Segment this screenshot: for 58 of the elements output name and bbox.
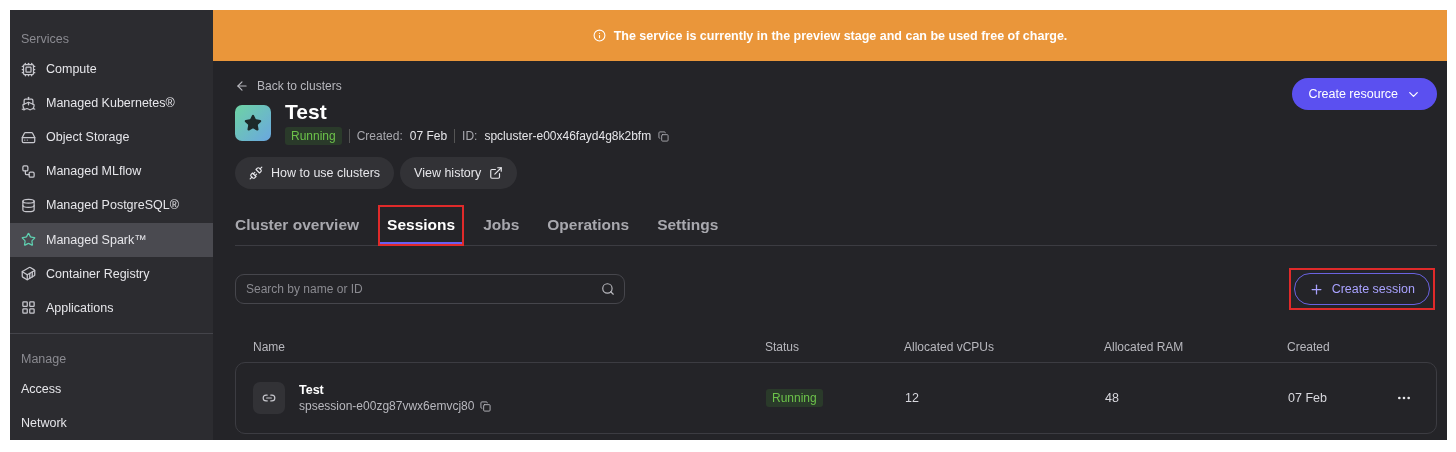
tab[interactable]: Sessions	[379, 206, 464, 245]
ship-icon	[21, 95, 36, 111]
sidebar-item[interactable]: Managed Kubernetes®	[10, 86, 213, 121]
arrow-left-icon	[235, 79, 249, 93]
info-icon	[592, 29, 606, 42]
column-header: Allocated vCPUs	[904, 340, 996, 354]
back-link[interactable]: Back to clusters	[235, 79, 342, 93]
banner-text: The service is currently in the preview stage and can be used free of charge.	[613, 28, 1068, 43]
search-icon	[601, 282, 615, 296]
chip-icon	[21, 61, 36, 77]
table-cell-text: 48	[1105, 391, 1120, 405]
column-header: Status	[765, 340, 801, 354]
drive-icon	[21, 129, 36, 145]
cluster-logo	[235, 104, 271, 141]
cluster-name: Test	[285, 100, 328, 124]
sidebar-item[interactable]: Applications	[10, 290, 213, 325]
tab[interactable]: Operations	[539, 206, 638, 245]
link-icon	[253, 382, 285, 414]
sidebar-item[interactable]: Managed PostgreSQL®	[10, 188, 213, 223]
copy-icon[interactable]	[480, 400, 492, 412]
workflow-icon	[21, 163, 36, 179]
session-name: Test	[299, 383, 325, 397]
tab[interactable]: Cluster overview	[235, 206, 368, 245]
table-cell-text: 07 Feb	[1288, 391, 1328, 405]
sidebar-item[interactable]: Object Storage	[10, 120, 213, 155]
guide-button[interactable]: How to use clusters	[235, 157, 395, 189]
created-label: Created:	[356, 129, 403, 143]
create-resource-button[interactable]: Create resource	[1292, 78, 1437, 110]
created-date: 07 Feb	[409, 129, 448, 143]
column-header: Name	[253, 340, 286, 354]
column-header: Created	[1287, 340, 1331, 354]
sidebar-item[interactable]: Compute	[10, 52, 213, 87]
tab[interactable]: Jobs	[475, 206, 528, 245]
grid-icon	[21, 300, 36, 316]
sidebar-item[interactable]: Container Registry	[10, 256, 213, 291]
star-icon	[21, 232, 36, 248]
sidebar-item[interactable]: Managed Spark™	[10, 222, 213, 257]
copy-icon[interactable]	[658, 130, 670, 142]
database-icon	[21, 198, 36, 213]
id-label: ID:	[462, 129, 478, 143]
external-link-icon	[489, 166, 504, 180]
box-icon	[21, 266, 36, 282]
cluster-id: spcluster-e00x46fayd4g8k2bfm	[484, 129, 652, 143]
column-header: Allocated RAM	[1104, 340, 1185, 354]
section-title: Services	[20, 31, 70, 48]
session-id: spsession-e00zg87vwx6emvcj80	[299, 399, 475, 413]
plus-icon	[1308, 281, 1324, 297]
sidebar-item[interactable]: Managed MLflow	[10, 154, 213, 189]
sidebar-item[interactable]: Access	[10, 371, 213, 406]
status-badge: Running	[285, 127, 342, 145]
table-cell-text: 12	[905, 391, 920, 405]
plug-icon	[249, 166, 263, 180]
status-badge: Running	[766, 389, 823, 407]
search-field[interactable]: Search by name or ID	[235, 274, 625, 304]
sidebar-item[interactable]: Network	[10, 405, 213, 440]
history-button[interactable]: View history	[400, 157, 518, 189]
tab[interactable]: Settings	[649, 206, 727, 245]
section-title: Manage	[20, 350, 68, 368]
